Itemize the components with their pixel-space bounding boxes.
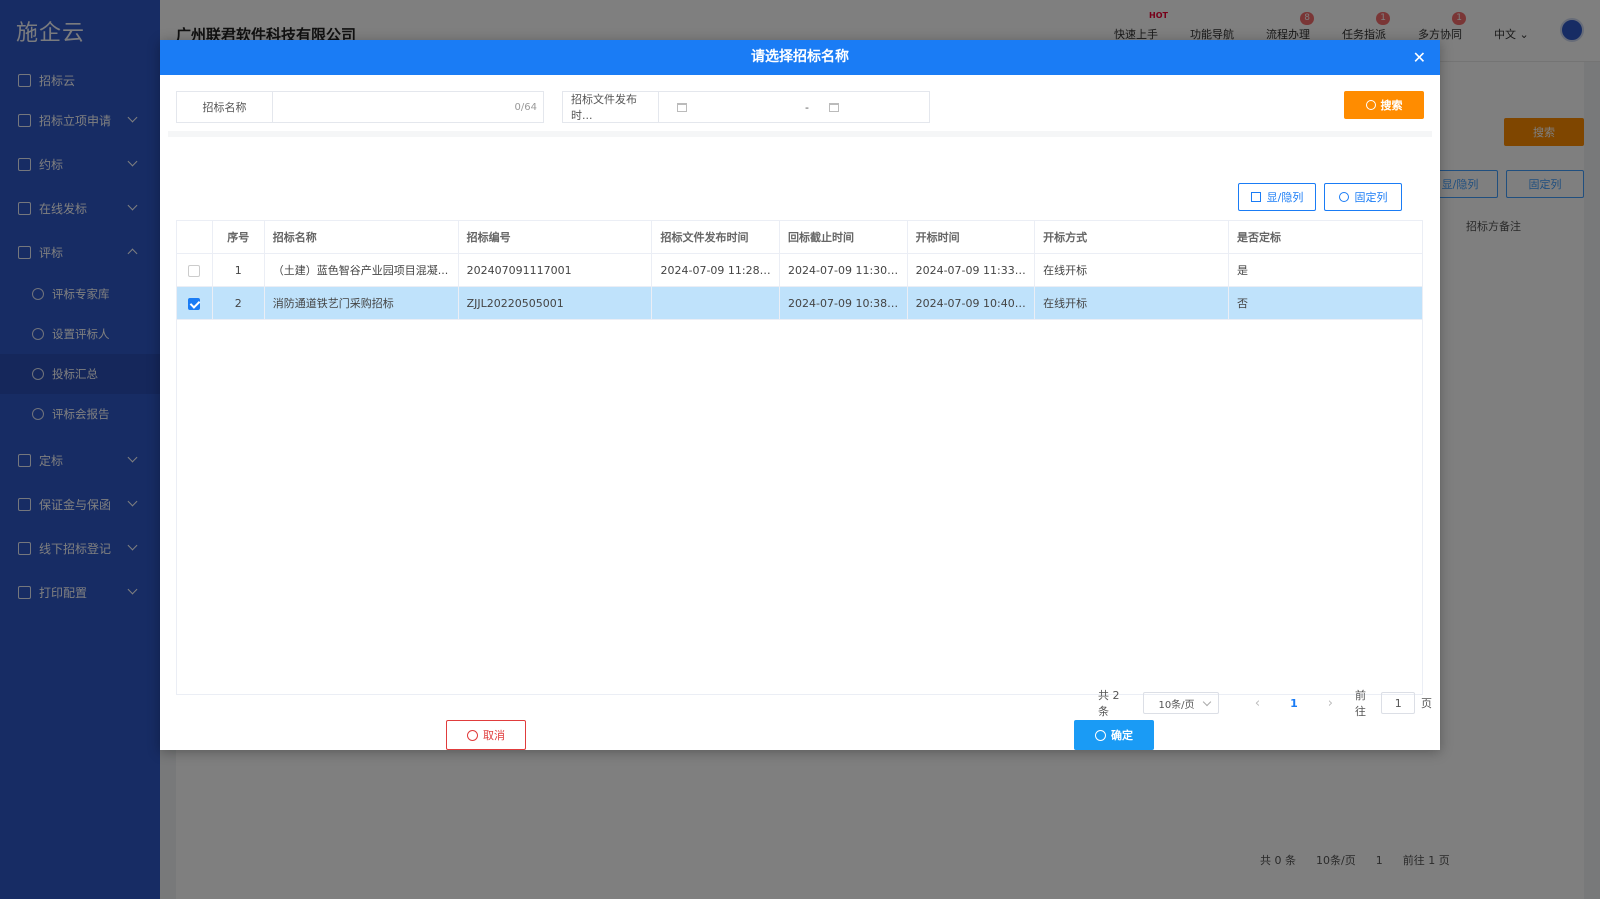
goto-label: 前往 <box>1354 689 1366 718</box>
paperclip-icon <box>1338 192 1349 202</box>
check-circle-icon <box>1095 729 1106 741</box>
pagination: 共 2 条 10条/页 ‹ 1 › 前往 1 页 <box>1098 687 1432 719</box>
page-unit: 页 <box>1421 697 1433 710</box>
page-number[interactable]: 1 <box>1290 697 1298 710</box>
tender-name-input[interactable]: 0/64 <box>273 92 543 122</box>
publish-date-filter: 招标文件发布时... - <box>562 91 930 123</box>
search-icon <box>1365 100 1376 110</box>
column-header: 招标文件发布时间 <box>651 220 781 254</box>
page-size-select[interactable]: 10条/页 <box>1143 692 1219 714</box>
tender-name-filter: 招标名称 0/64 <box>176 91 544 123</box>
dialog-body: 招标名称 0/64 招标文件发布时... - 搜索 显/隐列 固定列 序号 招标… <box>168 75 1432 750</box>
close-icon[interactable]: ✕ <box>1413 40 1426 75</box>
column-header: 开标方式 <box>1034 220 1229 254</box>
filter-label: 招标文件发布时... <box>563 92 659 122</box>
row-checkbox-checked[interactable] <box>188 297 201 310</box>
grid-icon <box>1250 192 1261 202</box>
toggle-columns-button[interactable]: 显/隐列 <box>1238 183 1316 211</box>
dialog-header: 请选择招标名称 ✕ <box>160 40 1440 75</box>
column-header: 是否定标 <box>1228 220 1423 254</box>
char-count: 0/64 <box>514 101 537 113</box>
column-header: 开标时间 <box>906 220 1036 254</box>
table-row[interactable]: 1 （土建）蓝色智谷产业园项目混凝... 202407091117001 202… <box>176 253 1423 287</box>
confirm-button[interactable]: 确定 <box>1074 720 1154 750</box>
total-count: 共 2 条 <box>1098 689 1120 718</box>
calendar-icon <box>677 102 687 112</box>
row-checkbox[interactable] <box>188 264 201 277</box>
table-row-selected[interactable]: 2 消防通道铁艺门采购招标 ZJJL20220505001 2024-07-09… <box>176 286 1423 320</box>
fix-columns-button[interactable]: 固定列 <box>1324 183 1402 211</box>
column-header: 招标编号 <box>457 220 653 254</box>
tender-table: 序号 招标名称 招标编号 招标文件发布时间 回标截止时间 开标时间 开标方式 是… <box>176 220 1423 320</box>
select-tender-dialog: 请选择招标名称 ✕ 招标名称 0/64 招标文件发布时... - 搜索 显/隐列… <box>160 40 1440 750</box>
cancel-button[interactable]: 取消 <box>446 720 526 750</box>
search-button[interactable]: 搜索 <box>1344 91 1424 119</box>
dialog-title: 请选择招标名称 <box>751 49 849 65</box>
next-page-icon[interactable]: › <box>1328 696 1333 711</box>
date-range-input[interactable]: - <box>659 92 929 122</box>
goto-page-input[interactable]: 1 <box>1381 692 1416 714</box>
table-header-row: 序号 招标名称 招标编号 招标文件发布时间 回标截止时间 开标时间 开标方式 是… <box>176 220 1423 254</box>
filter-label: 招标名称 <box>177 92 273 122</box>
select-all-header <box>176 220 213 254</box>
column-header: 回标截止时间 <box>779 220 908 254</box>
prev-page-icon[interactable]: ‹ <box>1255 696 1260 711</box>
column-header: 序号 <box>211 220 265 254</box>
calendar-icon <box>828 102 839 112</box>
divider <box>168 131 1432 137</box>
close-circle-icon <box>467 729 478 741</box>
column-header: 招标名称 <box>263 220 459 254</box>
